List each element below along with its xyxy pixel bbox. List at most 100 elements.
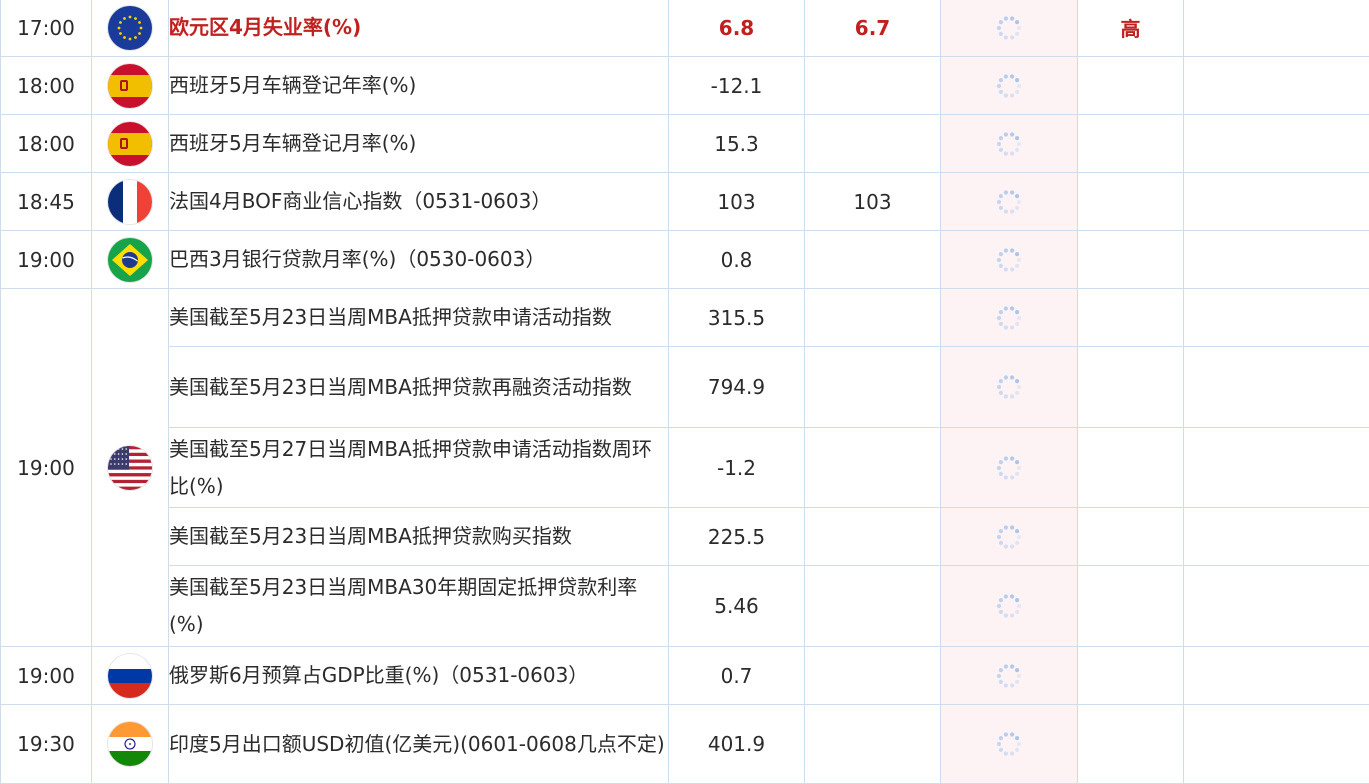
loading-spinner-icon (995, 246, 1023, 274)
loading-spinner-icon (995, 373, 1023, 401)
actual-value-loading (941, 705, 1078, 784)
event-name[interactable]: 西班牙5月车辆登记月率(%) (169, 115, 669, 173)
russia-flag-icon (108, 654, 152, 698)
event-row: 美国截至5月23日当周MBA抵押贷款购买指数225.5 (1, 508, 1369, 566)
previous-value: 0.7 (669, 647, 805, 705)
actual-value-loading (941, 289, 1078, 347)
event-row: 18:00 西班牙5月车辆登记年率(%)-12.1 (1, 57, 1369, 115)
importance-cell (1078, 115, 1184, 173)
event-row: 美国截至5月23日当周MBA30年期固定抵押贷款利率(%)5.46 (1, 566, 1369, 647)
importance-label: 高 (1121, 17, 1141, 41)
importance-cell (1078, 289, 1184, 347)
importance-cell (1078, 57, 1184, 115)
france-flag-icon (108, 180, 152, 224)
previous-value: 0.8 (669, 231, 805, 289)
event-name[interactable]: 美国截至5月23日当周MBA抵押贷款申请活动指数 (169, 289, 669, 347)
importance-cell (1078, 566, 1184, 647)
event-name[interactable]: 印度5月出口额USD初值(亿美元)(0601-0608几点不定) (169, 705, 669, 784)
actual-value-loading (941, 0, 1078, 57)
previous-value: 794.9 (669, 347, 805, 428)
economic-calendar-table: 17:00 欧元区4月失业率(%)6.86.7 高 18:00 西班牙5月车辆登记年率(… (0, 0, 1369, 784)
event-name[interactable]: 美国截至5月23日当周MBA30年期固定抵押贷款利率(%) (169, 566, 669, 647)
extra-cell (1184, 115, 1369, 173)
country-flag (92, 231, 169, 289)
event-time: 18:45 (1, 173, 92, 231)
event-time: 19:00 (1, 647, 92, 705)
loading-spinner-icon (995, 523, 1023, 551)
forecast-value (805, 57, 941, 115)
previous-value: 103 (669, 173, 805, 231)
event-row: 19:00 巴西3月银行贷款月率(%)（0530-0603）0.8 (1, 231, 1369, 289)
country-flag (92, 115, 169, 173)
usa-flag-icon (108, 446, 152, 490)
actual-value-loading (941, 57, 1078, 115)
event-row: 18:00 西班牙5月车辆登记月率(%)15.3 (1, 115, 1369, 173)
importance-cell (1078, 508, 1184, 566)
actual-value-loading (941, 647, 1078, 705)
forecast-value (805, 705, 941, 784)
brazil-flag-icon (108, 238, 152, 282)
country-flag (92, 0, 169, 57)
importance-cell (1078, 347, 1184, 428)
event-row: 19:00 俄罗斯6月预算占GDP比重(%)（0531-0603）0.7 (1, 647, 1369, 705)
country-flag (92, 647, 169, 705)
country-flag (92, 289, 169, 647)
previous-value: 315.5 (669, 289, 805, 347)
event-name[interactable]: 美国截至5月23日当周MBA抵押贷款购买指数 (169, 508, 669, 566)
event-name[interactable]: 西班牙5月车辆登记年率(%) (169, 57, 669, 115)
previous-value: 401.9 (669, 705, 805, 784)
forecast-value (805, 566, 941, 647)
event-time: 18:00 (1, 115, 92, 173)
forecast-value (805, 508, 941, 566)
country-flag (92, 705, 169, 784)
event-name[interactable]: 巴西3月银行贷款月率(%)（0530-0603） (169, 231, 669, 289)
extra-cell (1184, 289, 1369, 347)
previous-value: -12.1 (669, 57, 805, 115)
loading-spinner-icon (995, 454, 1023, 482)
forecast-value (805, 115, 941, 173)
extra-cell (1184, 347, 1369, 428)
importance-cell (1078, 705, 1184, 784)
forecast-value: 6.7 (805, 0, 941, 57)
forecast-value (805, 289, 941, 347)
forecast-value (805, 231, 941, 289)
event-time: 17:00 (1, 0, 92, 57)
loading-spinner-icon (995, 14, 1023, 42)
previous-value: 15.3 (669, 115, 805, 173)
extra-cell (1184, 705, 1369, 784)
previous-value: -1.2 (669, 428, 805, 508)
event-name[interactable]: 法国4月BOF商业信心指数（0531-0603） (169, 173, 669, 231)
event-row: 19:30印度5月出口额USD初值(亿美元)(0601-0608几点不定)401… (1, 705, 1369, 784)
event-row: 17:00 欧元区4月失业率(%)6.86.7 高 (1, 0, 1369, 57)
india-flag-icon (108, 722, 152, 766)
extra-cell (1184, 508, 1369, 566)
loading-spinner-icon (995, 304, 1023, 332)
forecast-value: 103 (805, 173, 941, 231)
event-name[interactable]: 美国截至5月27日当周MBA抵押贷款申请活动指数周环比(%) (169, 428, 669, 508)
event-time: 19:00 (1, 231, 92, 289)
event-row: 18:45法国4月BOF商业信心指数（0531-0603）103103 (1, 173, 1369, 231)
forecast-value (805, 647, 941, 705)
event-name[interactable]: 俄罗斯6月预算占GDP比重(%)（0531-0603） (169, 647, 669, 705)
event-name[interactable]: 欧元区4月失业率(%) (169, 0, 669, 57)
importance-cell (1078, 428, 1184, 508)
loading-spinner-icon (995, 662, 1023, 690)
importance-cell (1078, 647, 1184, 705)
previous-value: 6.8 (669, 0, 805, 57)
event-time: 18:00 (1, 57, 92, 115)
loading-spinner-icon (995, 592, 1023, 620)
loading-spinner-icon (995, 730, 1023, 758)
forecast-value (805, 347, 941, 428)
extra-cell (1184, 173, 1369, 231)
event-row: 美国截至5月23日当周MBA抵押贷款再融资活动指数794.9 (1, 347, 1369, 428)
loading-spinner-icon (995, 188, 1023, 216)
loading-spinner-icon (995, 72, 1023, 100)
calendar-body: 17:00 欧元区4月失业率(%)6.86.7 高 18:00 西班牙5月车辆登记年率(… (1, 0, 1369, 784)
event-name[interactable]: 美国截至5月23日当周MBA抵押贷款再融资活动指数 (169, 347, 669, 428)
event-row: 美国截至5月27日当周MBA抵押贷款申请活动指数周环比(%)-1.2 (1, 428, 1369, 508)
extra-cell (1184, 57, 1369, 115)
importance-cell (1078, 231, 1184, 289)
actual-value-loading (941, 231, 1078, 289)
extra-cell (1184, 566, 1369, 647)
event-time: 19:00 (1, 289, 92, 647)
